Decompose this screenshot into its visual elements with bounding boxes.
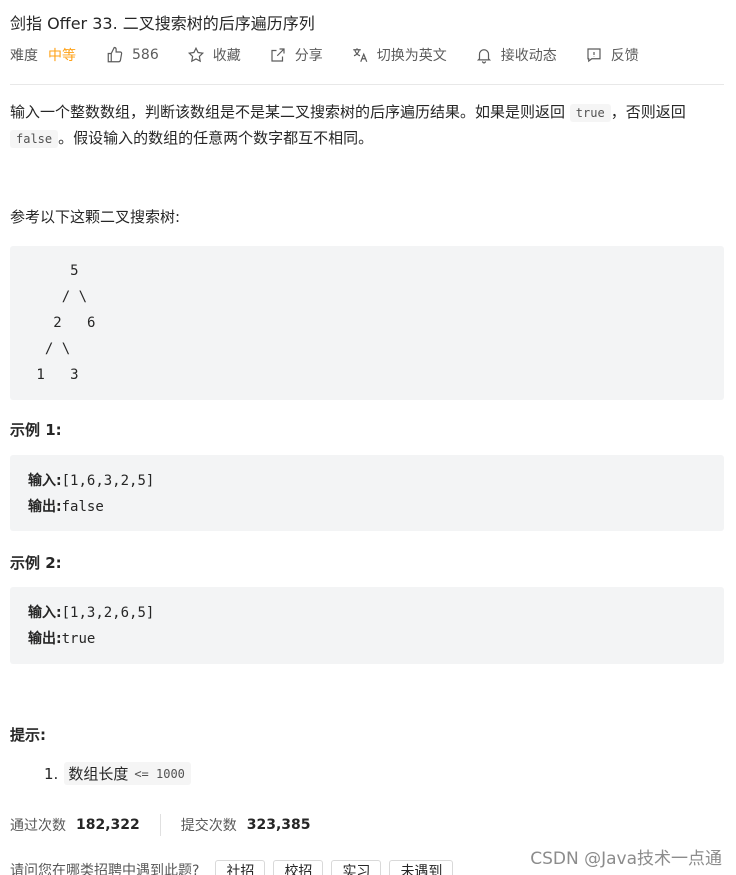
share-icon — [271, 48, 285, 62]
example-1-title: 示例 1: — [10, 421, 62, 439]
share-label: 分享 — [294, 48, 323, 64]
csdn-watermark: CSDN @Java技术一点通 — [530, 849, 722, 869]
interview-survey: 请问您在哪类招聘中遇到此题? 社招 校招 实习 未遇到 — [10, 860, 461, 875]
submitted-count: 323,385 — [246, 817, 311, 833]
interview-question: 请问您在哪类招聘中遇到此题? — [10, 863, 200, 875]
hint-box: 数组长度 <= 1000 — [64, 762, 191, 785]
problem-description: 输入一个整数数组，判断该数组是不是某二叉搜索树的后序遍历结果。如果是则返回 tr… — [10, 100, 726, 152]
example-output-value: true — [61, 631, 96, 647]
example-input-label: 输入: — [28, 473, 62, 489]
hint-text: 数组长度 — [68, 765, 129, 783]
accepted-count: 182,322 — [76, 817, 140, 833]
difficulty-badge: 中等 — [48, 48, 76, 64]
description-text: ，否则返回 — [610, 103, 686, 121]
difficulty-label: 难度 — [10, 48, 38, 64]
hint-number: 1. — [44, 764, 59, 783]
like-count: 586 — [132, 47, 159, 63]
inline-code-false: false — [10, 130, 59, 148]
hints-title: 提示: — [10, 726, 46, 744]
subscribe-button[interactable]: 接收动态 — [475, 45, 557, 65]
accepted-label: 通过次数 — [10, 818, 66, 834]
tree-code-block: 5 / \ 2 6 / \ 1 3 — [10, 246, 724, 400]
tag-not-encountered[interactable]: 未遇到 — [389, 860, 454, 875]
share-button[interactable]: 分享 — [269, 45, 323, 65]
feedback-label: 反馈 — [610, 48, 639, 64]
reference-line: 参考以下这颗二叉搜索树: — [10, 208, 181, 226]
feedback-icon — [587, 48, 601, 63]
switch-language-label: 切换为英文 — [376, 48, 447, 64]
description-text: 。假设输入的数组的任意两个数字都互不相同。 — [58, 129, 374, 147]
example-2-title: 示例 2: — [10, 554, 62, 572]
header-divider — [10, 84, 724, 85]
hint-item: 1. 数组长度 <= 1000 — [44, 762, 191, 785]
example-2-block: 输入:[1,3,2,6,5] 输出:true — [10, 587, 724, 664]
tree-diagram-text: 5 / \ 2 6 / \ 1 3 — [36, 263, 96, 383]
example-1-block: 输入:[1,6,3,2,5] 输出:false — [10, 455, 724, 531]
collect-label: 收藏 — [212, 48, 241, 64]
like-button[interactable]: 586 — [106, 46, 159, 64]
tag-campus-hiring[interactable]: 校招 — [273, 860, 324, 875]
example-output-value: false — [61, 499, 104, 515]
example-output-label: 输出: — [28, 499, 62, 515]
feedback-button[interactable]: 反馈 — [585, 45, 639, 65]
tag-social-hiring[interactable]: 社招 — [215, 860, 266, 875]
problem-meta-bar: 难度 中等 586 收藏 分享 切换为英文 接收动态 反馈 — [10, 44, 667, 66]
collect-button[interactable]: 收藏 — [187, 45, 241, 65]
inline-code-true: true — [569, 104, 611, 122]
example-input-value: [1,6,3,2,5] — [61, 473, 155, 489]
example-output-label: 输出: — [28, 631, 62, 647]
translate-icon — [352, 48, 368, 62]
example-input-label: 输入: — [28, 605, 62, 621]
submission-stats: 通过次数 182,322 提交次数 323,385 — [10, 814, 311, 836]
tag-internship[interactable]: 实习 — [331, 860, 382, 875]
problem-title: 剑指 Offer 33. 二叉搜索树的后序遍历序列 — [10, 14, 315, 33]
stats-divider — [159, 814, 161, 836]
hint-code: <= 1000 — [134, 766, 185, 781]
thumbs-up-icon — [107, 46, 123, 63]
switch-language-button[interactable]: 切换为英文 — [351, 45, 447, 65]
description-text: 输入一个整数数组，判断该数组是不是某二叉搜索树的后序遍历结果。如果是则返回 — [10, 103, 570, 121]
subscribe-label: 接收动态 — [500, 48, 557, 64]
submitted-label: 提交次数 — [180, 818, 237, 834]
bell-icon — [476, 49, 491, 64]
star-icon — [187, 46, 204, 63]
example-input-value: [1,3,2,6,5] — [61, 605, 155, 621]
